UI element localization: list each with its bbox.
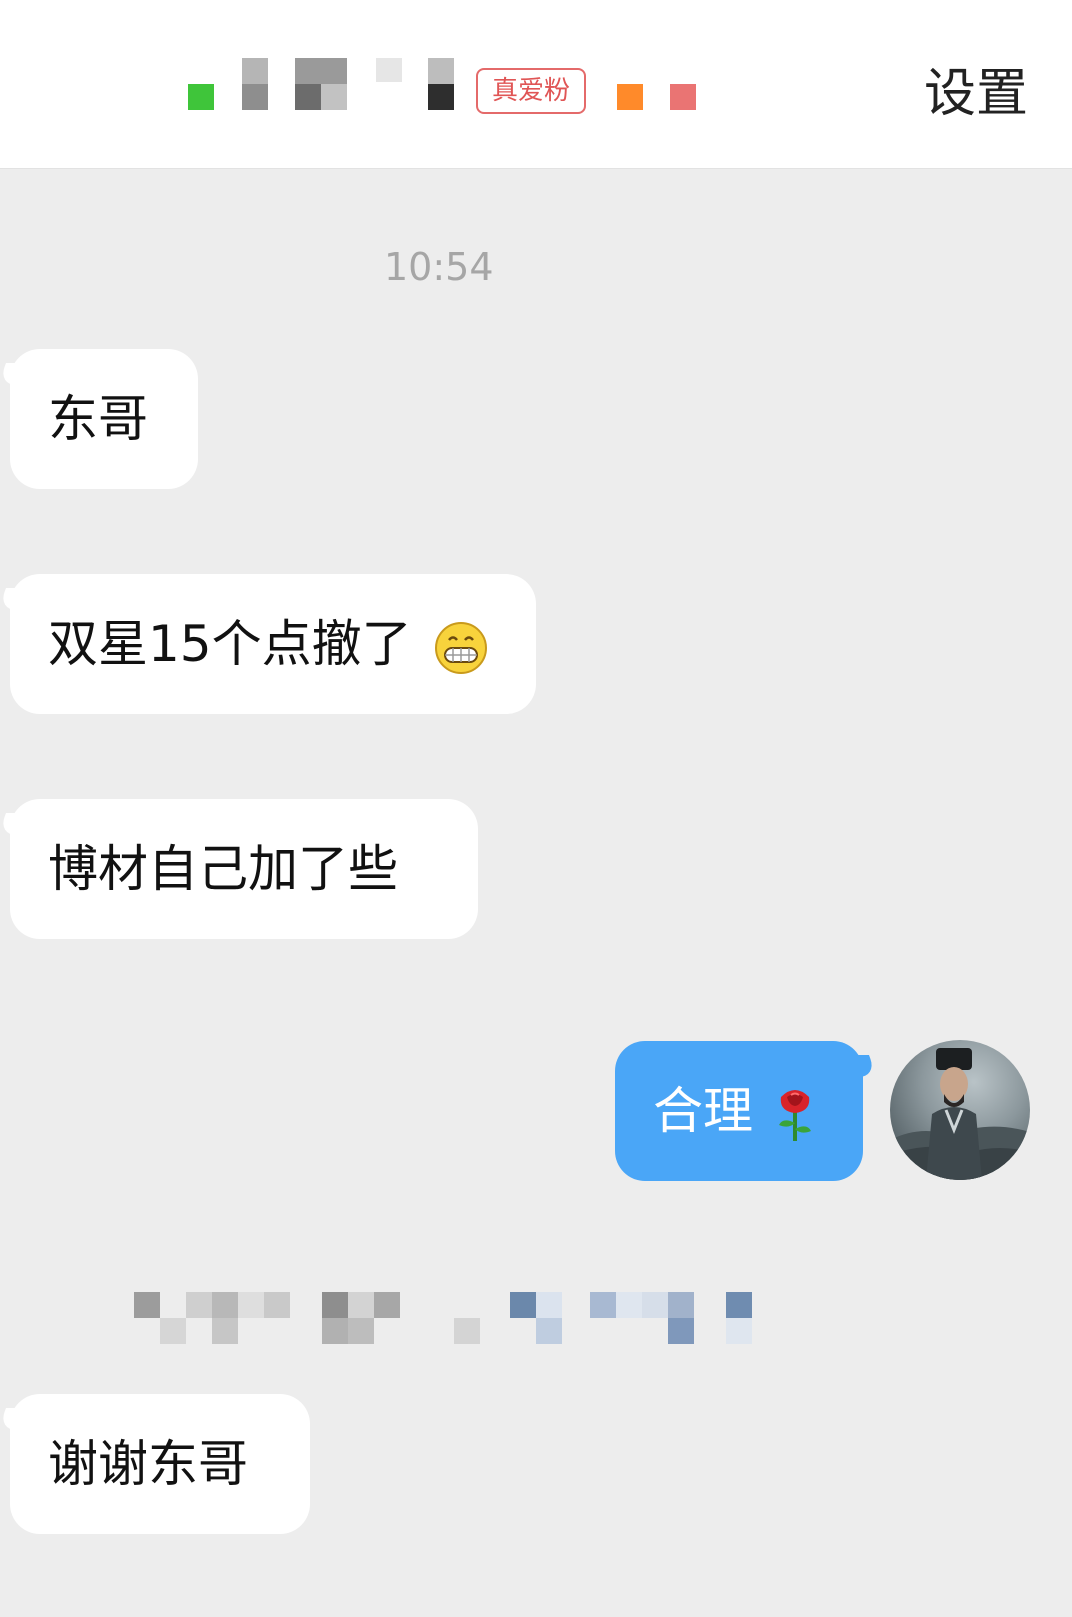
- message-text: 双星15个点撤了: [48, 615, 412, 673]
- bubble-tail: [0, 1408, 29, 1430]
- bubble-tail: [0, 363, 29, 385]
- rose-icon: [778, 1089, 811, 1141]
- fan-badge: 真爱粉: [476, 68, 586, 114]
- message-timestamp: 10:54: [384, 245, 494, 289]
- outgoing-message[interactable]: 合理: [615, 1041, 878, 1181]
- message-text: 谢谢东哥: [48, 1435, 248, 1493]
- message-text: 博材自己加了些: [48, 840, 398, 898]
- incoming-message[interactable]: 双星15个点撤了: [0, 574, 536, 714]
- avatar-image: [890, 1048, 1030, 1180]
- grinning-face-icon: [434, 621, 487, 674]
- incoming-message[interactable]: 谢谢东哥: [0, 1394, 310, 1534]
- avatar[interactable]: [890, 1040, 1030, 1180]
- incoming-message[interactable]: 东哥: [0, 349, 198, 489]
- bubble-tail: [844, 1055, 878, 1077]
- settings-button[interactable]: 设置: [924, 62, 1028, 126]
- incoming-message[interactable]: 博材自己加了些: [0, 799, 478, 939]
- bubble-tail: [0, 588, 29, 610]
- bubble-tail: [0, 813, 29, 835]
- message-text: 合理: [653, 1082, 753, 1140]
- message-text: 东哥: [48, 390, 148, 448]
- chat-header: 真爱粉 设置: [0, 0, 1072, 169]
